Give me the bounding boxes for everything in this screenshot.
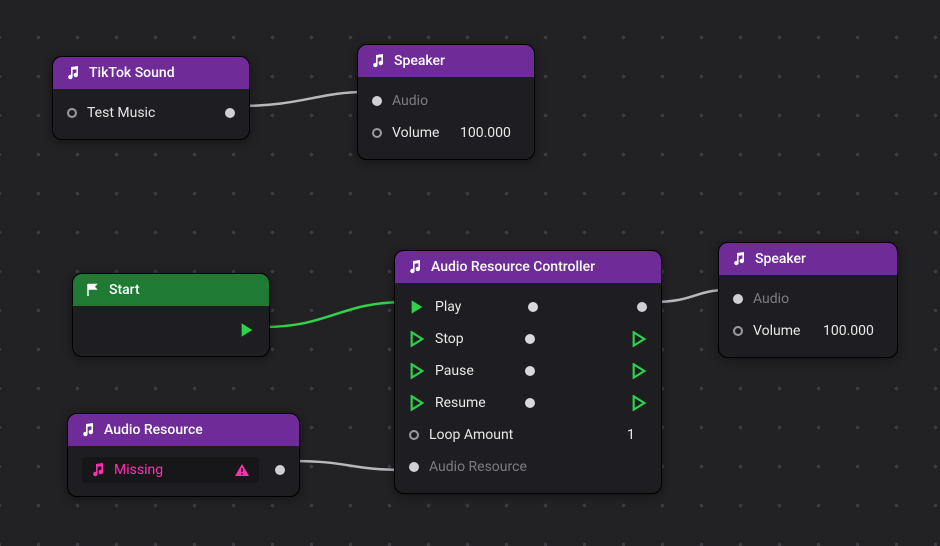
row-label: Resume [435,395,511,411]
row-play[interactable]: Play [409,291,647,323]
music-note-icon [731,251,747,267]
row-resume[interactable]: Resume [409,387,647,419]
node-header[interactable]: Start [73,274,269,306]
node-title: TikTok Sound [89,65,175,81]
node-header[interactable]: Audio Resource Controller [395,251,661,283]
node-header[interactable]: Speaker [358,45,534,77]
row-missing[interactable]: Missing [82,454,285,486]
node-audio-resource[interactable]: Audio Resource Missing [67,413,300,497]
node-audio-resource-controller[interactable]: Audio Resource Controller Play Stop Paus… [394,250,662,494]
output-port[interactable] [225,108,235,118]
row-label: Volume [753,323,813,339]
node-header[interactable]: Audio Resource [68,414,299,446]
node-header[interactable]: Speaker [719,243,897,275]
row-label: Stop [435,331,511,347]
toggle-dot[interactable] [525,334,535,344]
row-stop[interactable]: Stop [409,323,647,355]
flag-icon [85,282,101,298]
node-header[interactable]: TikTok Sound [53,57,249,89]
exec-in-port[interactable] [409,363,425,379]
row-label: Pause [435,363,511,379]
row-label: Loop Amount [429,427,617,443]
input-port[interactable] [372,96,382,106]
node-speaker-top[interactable]: Speaker Audio Volume 100.000 [357,44,535,160]
output-port[interactable] [275,465,285,475]
loop-value[interactable]: 1 [627,427,647,443]
volume-value[interactable]: 100.000 [460,125,520,141]
exec-out-port[interactable] [631,395,647,411]
music-note-icon [90,462,106,478]
row-exec-out[interactable] [87,314,255,346]
input-port[interactable] [372,128,382,138]
warning-icon [233,461,251,479]
input-port[interactable] [733,294,743,304]
node-title: Start [109,282,140,298]
music-note-icon [407,259,423,275]
node-title: Audio Resource [104,422,203,438]
music-note-icon [65,65,81,81]
volume-value[interactable]: 100.000 [823,323,883,339]
input-port[interactable] [409,462,419,472]
row-volume[interactable]: Volume 100.000 [733,315,883,347]
row-pause[interactable]: Pause [409,355,647,387]
node-start[interactable]: Start [72,273,270,357]
node-title: Speaker [755,251,806,267]
row-label: Test Music [87,105,215,121]
music-note-icon [80,422,96,438]
input-port[interactable] [733,326,743,336]
exec-out-port[interactable] [631,331,647,347]
missing-chip[interactable]: Missing [82,457,259,483]
row-test-music[interactable]: Test Music [67,97,235,129]
row-audio[interactable]: Audio [733,283,883,315]
row-label: Play [435,299,514,315]
output-port[interactable] [637,302,647,312]
row-volume[interactable]: Volume 100.000 [372,117,520,149]
row-audio-resource[interactable]: Audio Resource [409,451,647,483]
node-title: Audio Resource Controller [431,259,595,275]
row-loop-amount[interactable]: Loop Amount 1 [409,419,647,451]
toggle-dot[interactable] [525,366,535,376]
row-audio[interactable]: Audio [372,85,520,117]
exec-in-port[interactable] [409,299,425,315]
music-note-icon [370,53,386,69]
exec-in-port[interactable] [409,331,425,347]
node-speaker-right[interactable]: Speaker Audio Volume 100.000 [718,242,898,358]
row-label: Audio [392,93,520,109]
row-label: Audio [753,291,883,307]
exec-out-port[interactable] [631,363,647,379]
row-label: Audio Resource [429,459,647,475]
node-tiktok-sound[interactable]: TikTok Sound Test Music [52,56,250,140]
exec-out-port[interactable] [239,322,255,338]
exec-in-port[interactable] [409,395,425,411]
node-title: Speaker [394,53,445,69]
toggle-dot[interactable] [525,398,535,408]
toggle-dot[interactable] [528,302,538,312]
input-port[interactable] [409,430,419,440]
row-label: Volume [392,125,450,141]
missing-label: Missing [114,462,225,478]
input-port[interactable] [67,108,77,118]
